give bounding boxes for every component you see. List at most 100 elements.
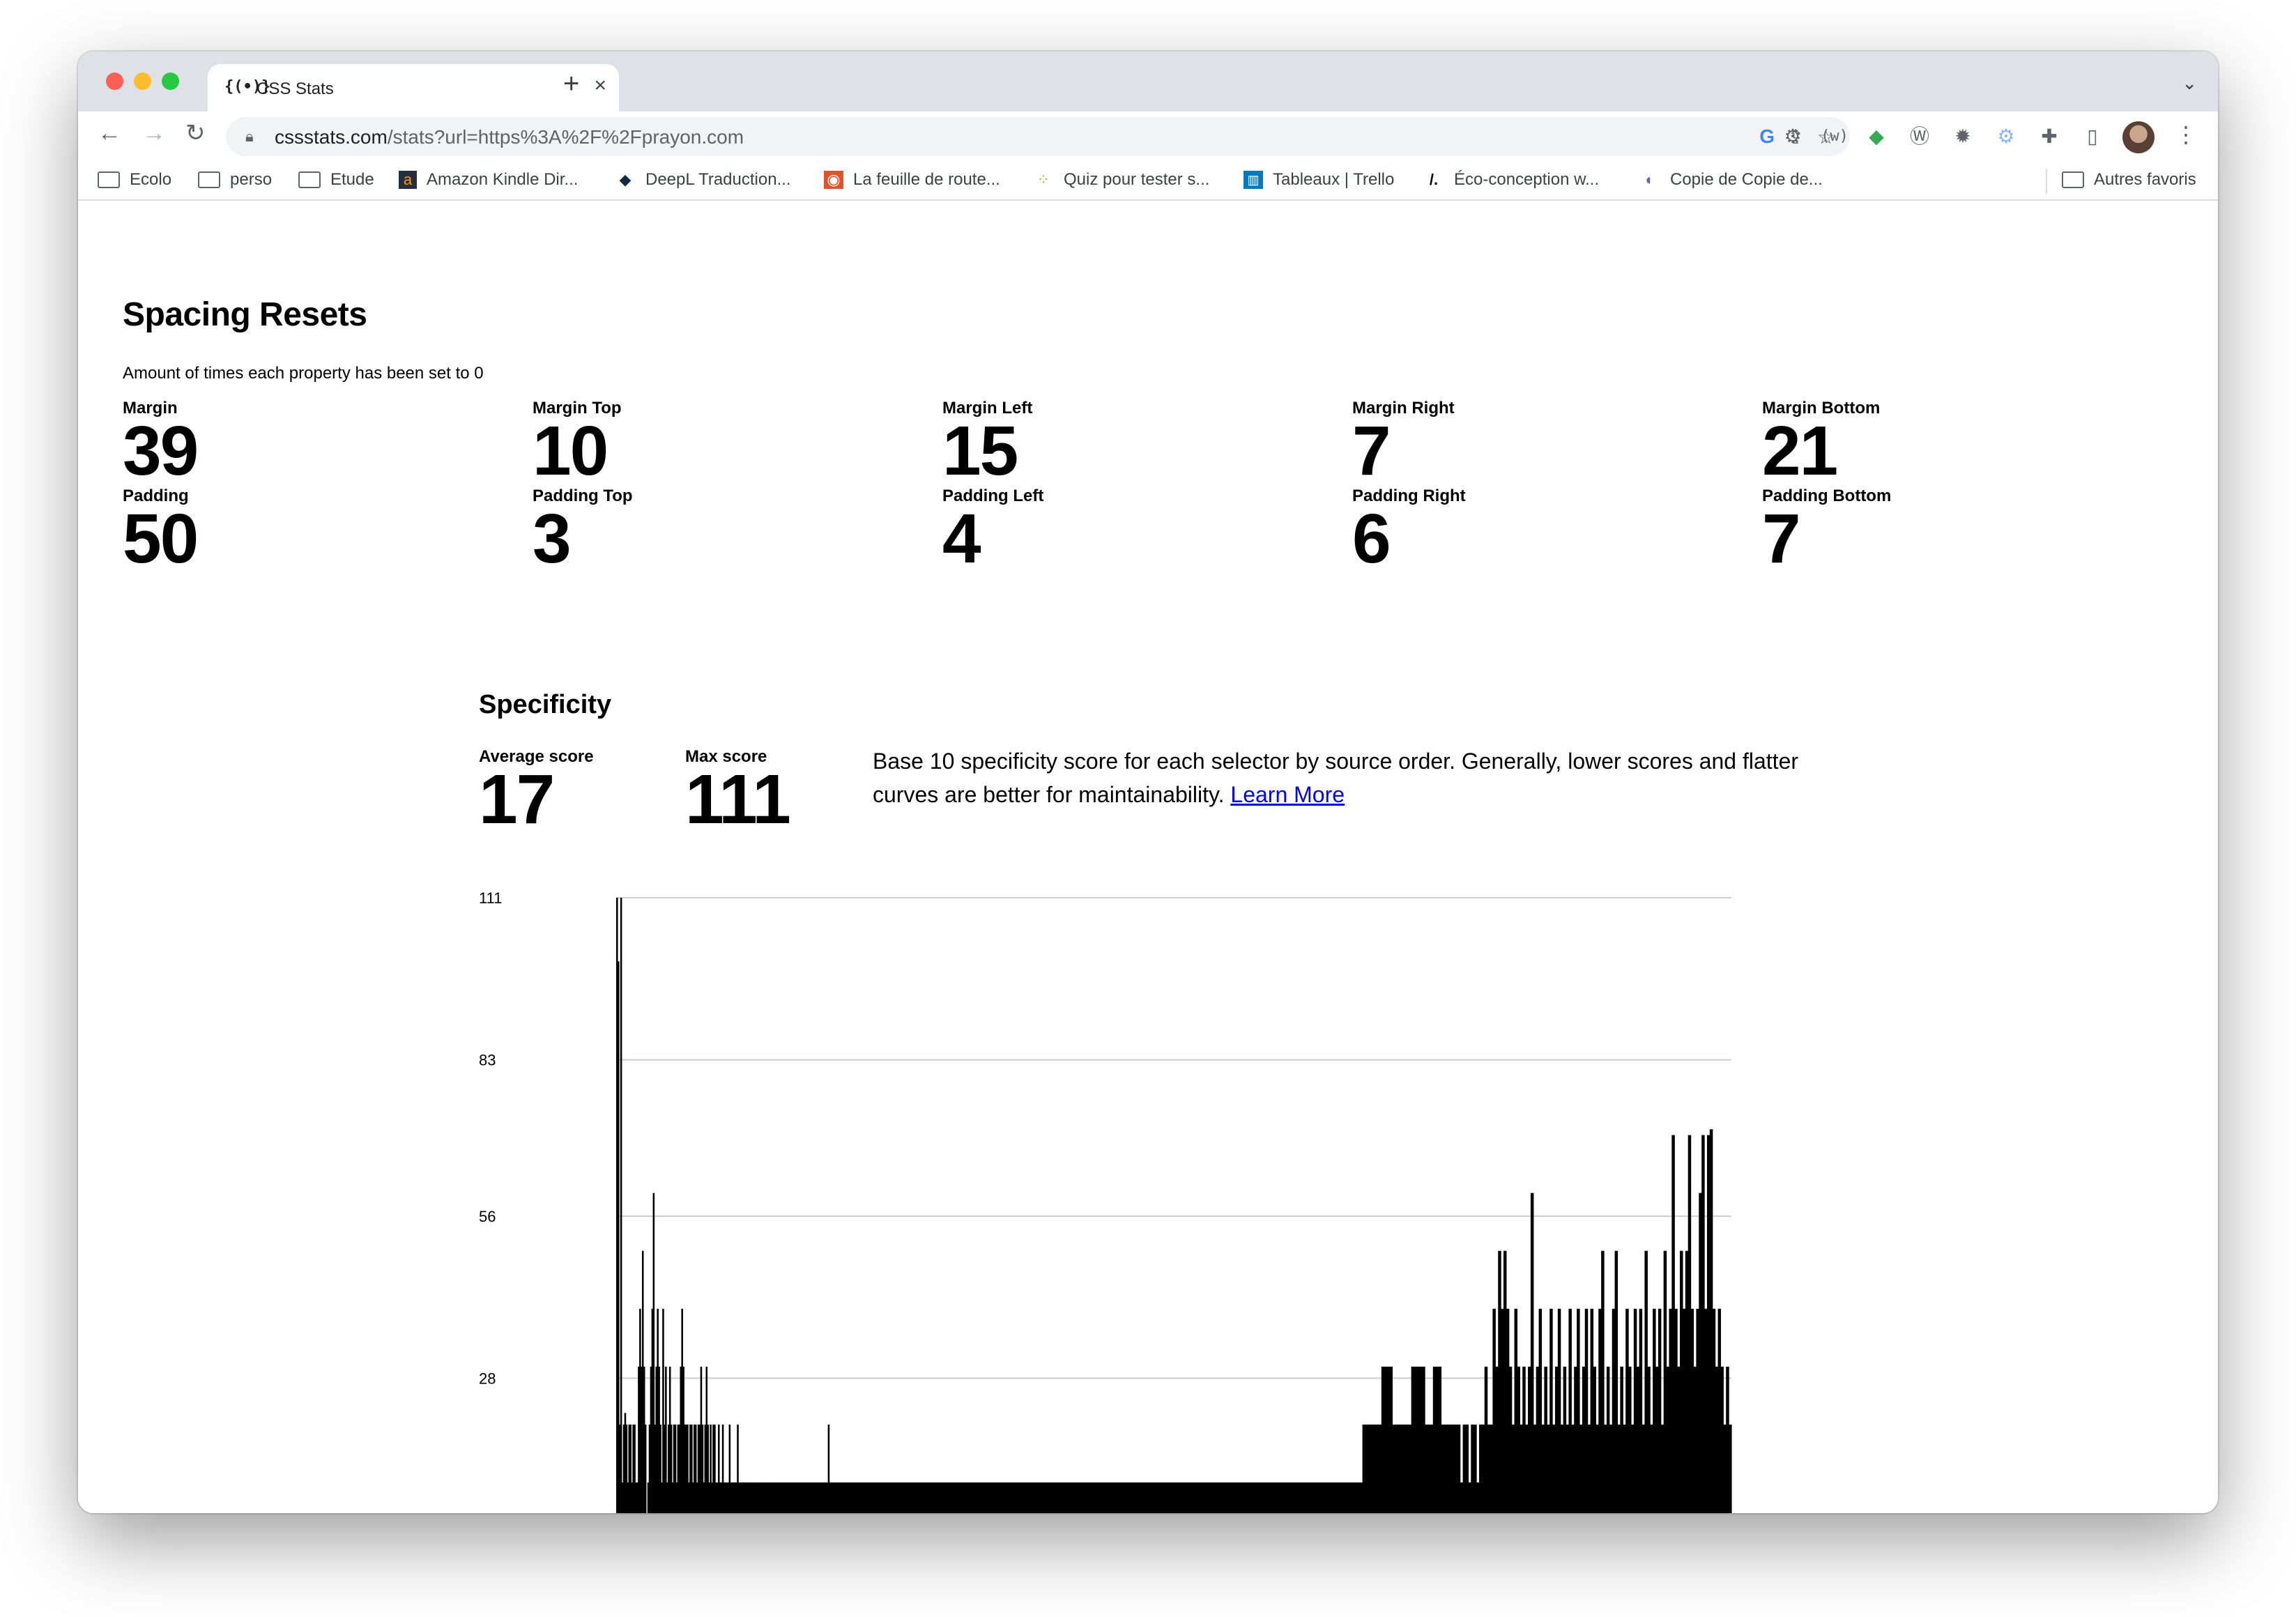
- chart-bar: [1544, 1366, 1547, 1513]
- chart-bar: [1715, 1366, 1719, 1513]
- chart-bar: [1644, 1250, 1648, 1513]
- extension-colors-icon[interactable]: ◆: [1862, 123, 1890, 151]
- chart-bar: [1687, 1135, 1692, 1513]
- extension-wordpress-icon[interactable]: Ⓦ: [1906, 123, 1934, 151]
- chart-bar: [1612, 1308, 1616, 1513]
- chart-bar: [1517, 1366, 1520, 1513]
- chart-bar: [1145, 1482, 1227, 1513]
- chart-bar: [1501, 1308, 1504, 1513]
- chart-bar: [820, 1482, 829, 1513]
- bookmark-deepl[interactable]: ◆ DeepL Traduction...: [615, 170, 791, 190]
- chart-bar: [1587, 1424, 1591, 1513]
- chart-bar: [833, 1482, 861, 1513]
- folder-icon: [198, 171, 220, 188]
- extension-badge-icon[interactable]: ✹: [1949, 123, 1977, 151]
- chart-bar: [1574, 1366, 1577, 1513]
- stat-value: 21: [1762, 412, 1838, 490]
- chart-bar: [860, 1482, 902, 1513]
- deepl-icon: ◆: [619, 171, 632, 188]
- chart-bar: [1498, 1250, 1501, 1513]
- stat-margin: Margin 39: [123, 399, 199, 490]
- address-bar[interactable]: 🔒︎ cssstats.com/stats?url=https%3A%2F%2F…: [226, 117, 1850, 156]
- bookmark-eco-conception[interactable]: /. Éco-conception w...: [1423, 170, 1599, 190]
- stat-padding-right: Padding Right 6: [1352, 486, 1466, 574]
- tab-strip: {(•)} CSS Stats × + ⌄: [78, 52, 2218, 112]
- url-text[interactable]: cssstats.com/stats?url=https%3A%2F%2Fpra…: [275, 126, 744, 148]
- chart-bar: [1525, 1424, 1529, 1513]
- google-lens-icon[interactable]: G: [1759, 125, 1775, 148]
- forward-arrow-icon[interactable]: →: [142, 121, 166, 145]
- extension-gear-icon[interactable]: ⚙: [1779, 123, 1807, 151]
- bookmark-folder-perso[interactable]: perso: [198, 170, 272, 190]
- stat-padding-top: Padding Top 3: [533, 486, 633, 578]
- close-window-button[interactable]: [106, 72, 123, 90]
- stat-padding-bottom: Padding Bottom 7: [1762, 486, 1891, 574]
- copy-doc-icon: ◐: [1645, 171, 1655, 188]
- chart-bar: [1381, 1366, 1393, 1513]
- chart-bar: [1584, 1308, 1589, 1513]
- chart-bar: [1392, 1424, 1401, 1513]
- stat-margin-right: Margin Right 7: [1352, 399, 1455, 486]
- specificity-chart: 28 56 83 111: [475, 878, 1842, 1513]
- chart-bar: [1709, 1129, 1713, 1513]
- extension-bracket-icon[interactable]: (w): [1821, 123, 1849, 151]
- bookmark-quiz[interactable]: ⁘ Quiz pour tester s...: [1033, 170, 1210, 190]
- bookmark-amazon-kindle[interactable]: a Amazon Kindle Dir...: [399, 170, 578, 190]
- chart-bar: [1522, 1366, 1526, 1513]
- browser-menu-icon[interactable]: ⋮: [2175, 121, 2197, 148]
- tab-close-icon[interactable]: ×: [594, 75, 606, 96]
- stat-value: 3: [533, 500, 572, 578]
- y-tick-label: 56: [479, 1208, 496, 1225]
- chart-bar: [1468, 1482, 1471, 1513]
- amazon-icon: a: [399, 171, 417, 189]
- folder-icon: [298, 171, 321, 188]
- stat-value: 39: [123, 412, 199, 490]
- minimize-window-button[interactable]: [134, 72, 151, 90]
- chart-bar: [733, 1482, 737, 1513]
- extensions-puzzle-icon[interactable]: ✚: [2035, 123, 2063, 151]
- extension-settings-icon[interactable]: ⚙: [1992, 123, 2020, 151]
- chart-bar: [1514, 1308, 1518, 1513]
- trello-icon: ▥: [1243, 171, 1263, 189]
- chart-bar: [1462, 1424, 1469, 1513]
- chart-bar: [1492, 1308, 1496, 1513]
- bookmark-other-favorites[interactable]: Autres favoris: [2062, 170, 2196, 190]
- chart-bar: [1425, 1424, 1434, 1513]
- bookmark-folder-ecolo[interactable]: Ecolo: [98, 170, 171, 190]
- folder-icon: [98, 171, 120, 188]
- chart-bar: [1701, 1135, 1705, 1513]
- learn-more-link[interactable]: Learn More: [1230, 782, 1345, 807]
- bookmark-trello[interactable]: ▥ Tableaux | Trello: [1243, 170, 1394, 190]
- bookmark-folder-etude[interactable]: Etude: [298, 170, 374, 190]
- chart-bar: [1557, 1308, 1561, 1513]
- chart-bar: [1628, 1366, 1632, 1513]
- new-tab-button[interactable]: +: [563, 70, 579, 98]
- chart-bar: [1674, 1308, 1678, 1513]
- bookmark-feuille-de-route[interactable]: ◉ La feuille de route...: [824, 170, 1000, 190]
- chart-bar: [1487, 1424, 1494, 1513]
- chart-bar: [1563, 1366, 1567, 1513]
- chart-bar: [1547, 1424, 1550, 1513]
- chart-bar: [1647, 1366, 1651, 1513]
- chart-bar: [1699, 1193, 1702, 1513]
- profile-avatar[interactable]: [2122, 121, 2155, 153]
- chart-bar: [1560, 1424, 1564, 1513]
- back-arrow-icon[interactable]: ←: [98, 121, 121, 145]
- chart-bar: [723, 1482, 727, 1513]
- chart-bar: [901, 1482, 984, 1513]
- tab-css-stats[interactable]: {(•)} CSS Stats ×: [208, 64, 619, 112]
- maximize-window-button[interactable]: [162, 72, 179, 90]
- chart-bar: [743, 1482, 749, 1513]
- side-panel-icon[interactable]: ▯: [2079, 123, 2106, 151]
- lock-icon[interactable]: 🔒︎: [245, 128, 254, 146]
- chart-bar: [1660, 1424, 1664, 1513]
- bookmark-copie[interactable]: ◐ Copie de Copie de...: [1639, 170, 1822, 190]
- reload-icon[interactable]: ↻: [185, 121, 206, 145]
- stat-margin-top: Margin Top 10: [533, 399, 622, 486]
- chart-bar: [829, 1482, 834, 1513]
- chart-bar: [1484, 1366, 1488, 1513]
- chart-bar: [982, 1482, 1064, 1513]
- chart-bar: [1528, 1366, 1531, 1513]
- chart-bar: [1506, 1308, 1510, 1513]
- tab-search-chevron-icon[interactable]: ⌄: [2182, 72, 2197, 94]
